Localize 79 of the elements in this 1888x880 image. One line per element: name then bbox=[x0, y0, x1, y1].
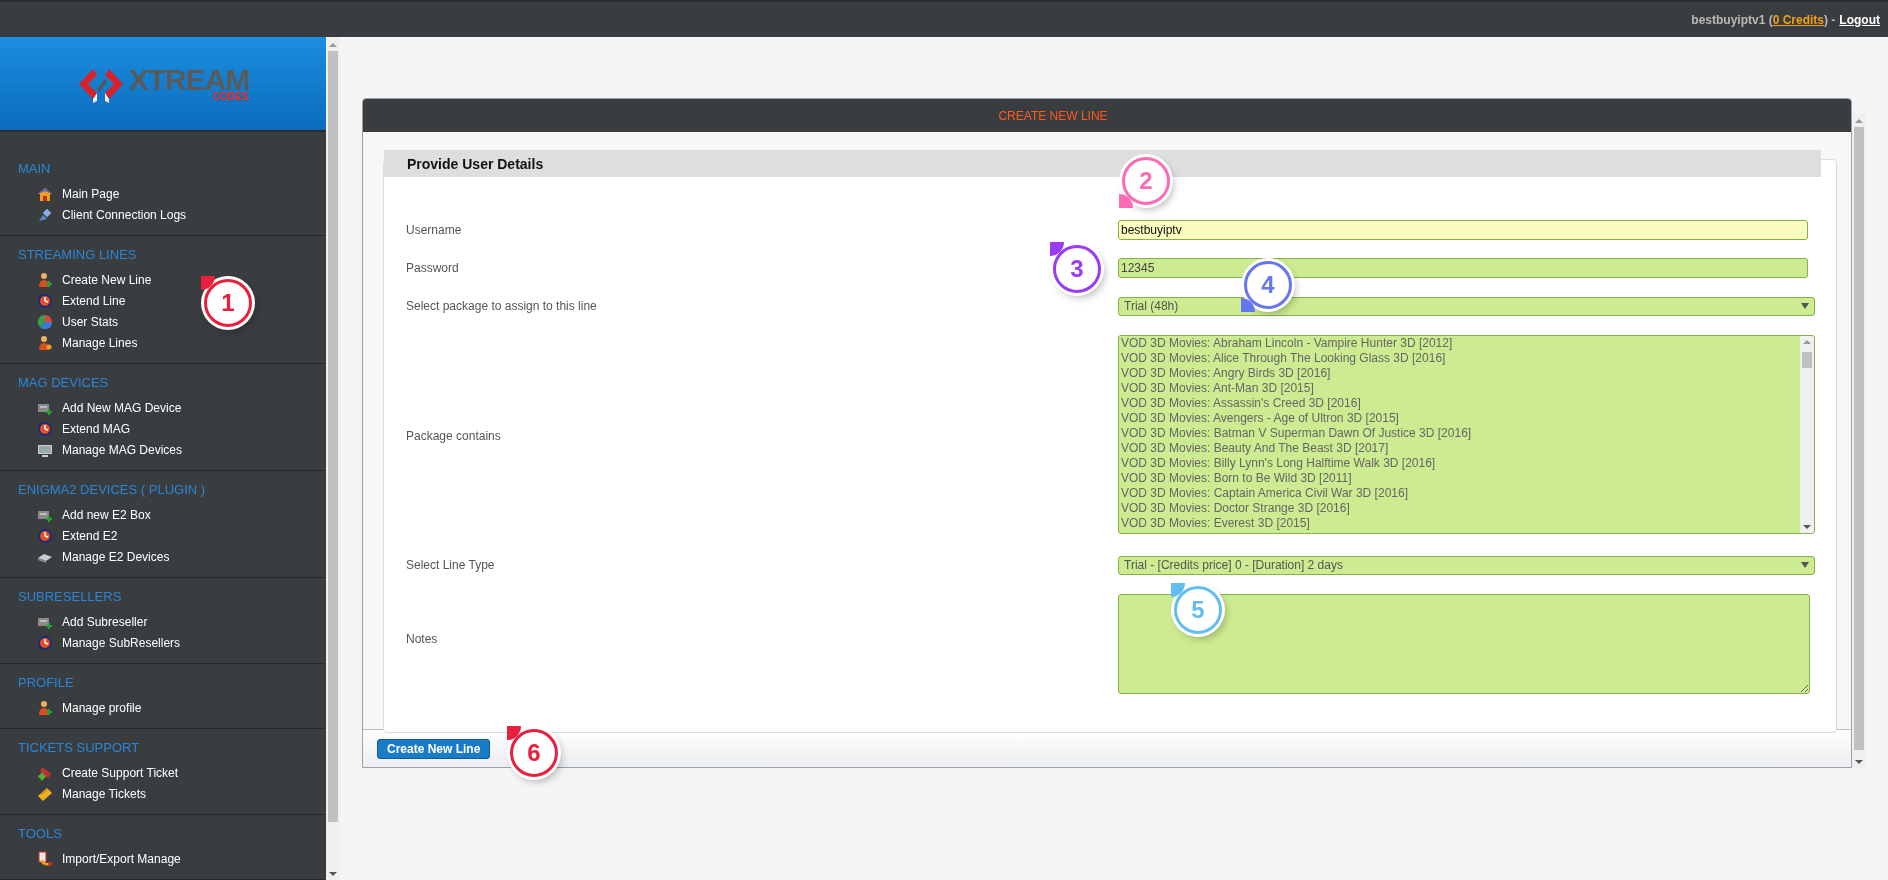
section-heading: SUBRESELLERS bbox=[17, 588, 123, 606]
create-button[interactable]: Create New Line bbox=[377, 738, 491, 759]
sidebar-item[interactable]: Extend E2 bbox=[0, 525, 118, 546]
sidebar-item[interactable]: Add New MAG Device bbox=[0, 397, 182, 418]
clock-icon bbox=[37, 292, 53, 309]
useradd-icon bbox=[37, 271, 53, 288]
useradd-icon bbox=[37, 699, 53, 716]
list-option[interactable]: VOD 3D Movies: Born to Be Wild 3D [2011] bbox=[1121, 471, 1800, 486]
section-heading: STREAMING LINES bbox=[17, 246, 138, 264]
step-badge: 4 bbox=[1244, 261, 1292, 309]
section-heading: PROFILE bbox=[17, 674, 75, 692]
sidebar-item[interactable]: Main Page bbox=[0, 183, 120, 204]
sidebar-item[interactable]: Extend Line bbox=[0, 290, 126, 311]
house-icon bbox=[37, 185, 53, 202]
clock-icon bbox=[37, 420, 53, 437]
field-label: Password bbox=[406, 261, 459, 275]
step-badge: 2 bbox=[1122, 157, 1170, 205]
section-heading: ENIGMA2 DEVICES ( PLUGIN ) bbox=[17, 481, 207, 499]
logout-link[interactable]: Logout bbox=[1839, 12, 1880, 27]
list-option[interactable]: VOD 3D Movies: Avengers - Age of Ultron 3D [2015] bbox=[1121, 411, 1800, 426]
caret-icon bbox=[1801, 303, 1809, 309]
dropdown[interactable]: Trial (48h) bbox=[1118, 296, 1815, 316]
list-option[interactable]: VOD 3D Movies: Assassin's Creed 3D [2016] bbox=[1121, 396, 1800, 411]
scrollbar[interactable] bbox=[1800, 336, 1814, 533]
list-option[interactable]: VOD 3D Movies: Angry Birds 3D [2016] bbox=[1121, 366, 1800, 381]
sidebar-item[interactable]: Add Subreseller bbox=[0, 611, 148, 632]
list-option[interactable]: VOD 3D Movies: Beauty And The Beast 3D [2017] bbox=[1121, 441, 1800, 456]
scrollbar[interactable] bbox=[1852, 113, 1866, 768]
import-icon bbox=[37, 850, 53, 867]
list-option[interactable]: VOD 3D Movies: Abraham Lincoln - Vampire Hunter 3D [2012] bbox=[1121, 336, 1800, 351]
sidebar-item[interactable]: Manage Tickets bbox=[0, 783, 147, 804]
sidebar-item[interactable]: Manage profile bbox=[0, 697, 142, 718]
ticketadd-icon bbox=[37, 764, 53, 781]
field-label: Select Line Type bbox=[406, 558, 495, 572]
sidebar-item[interactable]: Client Connection Logs bbox=[0, 204, 187, 225]
clock-icon bbox=[37, 634, 53, 651]
sidebar-item[interactable]: Manage SubResellers bbox=[0, 632, 181, 653]
account-text: bestbuyiptv1 ( bbox=[1691, 12, 1773, 27]
panel-title: CREATE NEW LINE bbox=[998, 108, 1108, 123]
userkey-icon bbox=[37, 334, 53, 351]
sidebar-item[interactable]: Create New Line bbox=[0, 269, 152, 290]
list-option[interactable]: VOD 3D Movies: Alice Through The Looking Glass 3D [2016] bbox=[1121, 351, 1800, 366]
sidebar-item[interactable]: Create Support Ticket bbox=[0, 762, 179, 783]
list-option[interactable]: VOD 3D Movies: Doctor Strange 3D [2016] bbox=[1121, 501, 1800, 516]
sidebar-item[interactable]: Manage Lines bbox=[0, 332, 138, 353]
field-label: Notes bbox=[406, 632, 438, 646]
sidebar-item[interactable]: Manage E2 Devices bbox=[0, 546, 170, 567]
legend-title: Provide User Details bbox=[407, 155, 544, 172]
field-label: Username bbox=[406, 223, 462, 237]
ticket-icon bbox=[37, 785, 53, 802]
list-option[interactable]: VOD 3D Movies: Ant-Man 3D [2015] bbox=[1121, 381, 1800, 396]
sidebar-item[interactable]: User Stats bbox=[0, 311, 118, 332]
sidebar-item[interactable]: Import/Export Manage bbox=[0, 848, 181, 869]
list-option[interactable]: VOD 3D Movies: Billy Lynn's Long Halftime Walk 3D [2016] bbox=[1121, 456, 1800, 471]
notes-field[interactable] bbox=[1118, 594, 1810, 694]
field-label: Select package to assign to this line bbox=[406, 299, 597, 313]
list-option[interactable]: VOD 3D Movies: Captain America Civil War 3D [2016] bbox=[1121, 486, 1800, 501]
section-heading: TICKETS SUPPORT bbox=[17, 739, 141, 757]
caret-icon bbox=[1801, 562, 1809, 568]
step-badge: 1 bbox=[204, 279, 252, 327]
section-heading: TOOLS bbox=[17, 825, 63, 843]
sidebar-item[interactable]: Extend MAG bbox=[0, 418, 131, 439]
scrollbar[interactable] bbox=[326, 37, 340, 880]
field-label: Package contains bbox=[406, 428, 501, 443]
step-badge: 5 bbox=[1174, 586, 1222, 634]
pie-icon bbox=[37, 313, 53, 330]
list-option[interactable]: VOD 3D Movies: Batman V Superman Dawn Of Justice 3D [2016] bbox=[1121, 426, 1800, 441]
account-text: ) - bbox=[1824, 12, 1836, 27]
dropdown[interactable]: Trial - [Credits price] 0 - [Duration] 2 days bbox=[1118, 555, 1815, 575]
section-heading: MAIN bbox=[17, 160, 52, 178]
section-heading: MAG DEVICES bbox=[17, 374, 110, 392]
plug-icon bbox=[37, 206, 53, 223]
sidebar-item[interactable]: Manage MAG Devices bbox=[0, 439, 183, 460]
step-badge: 6 bbox=[510, 729, 558, 777]
list-option[interactable]: VOD 3D Movies: Everest 3D [2015] bbox=[1121, 516, 1800, 531]
text-field[interactable]: bestbuyiptv bbox=[1118, 220, 1808, 240]
step-badge: 3 bbox=[1053, 245, 1101, 293]
sidebar-item[interactable]: Add new E2 Box bbox=[0, 504, 151, 525]
clock-icon bbox=[37, 527, 53, 544]
